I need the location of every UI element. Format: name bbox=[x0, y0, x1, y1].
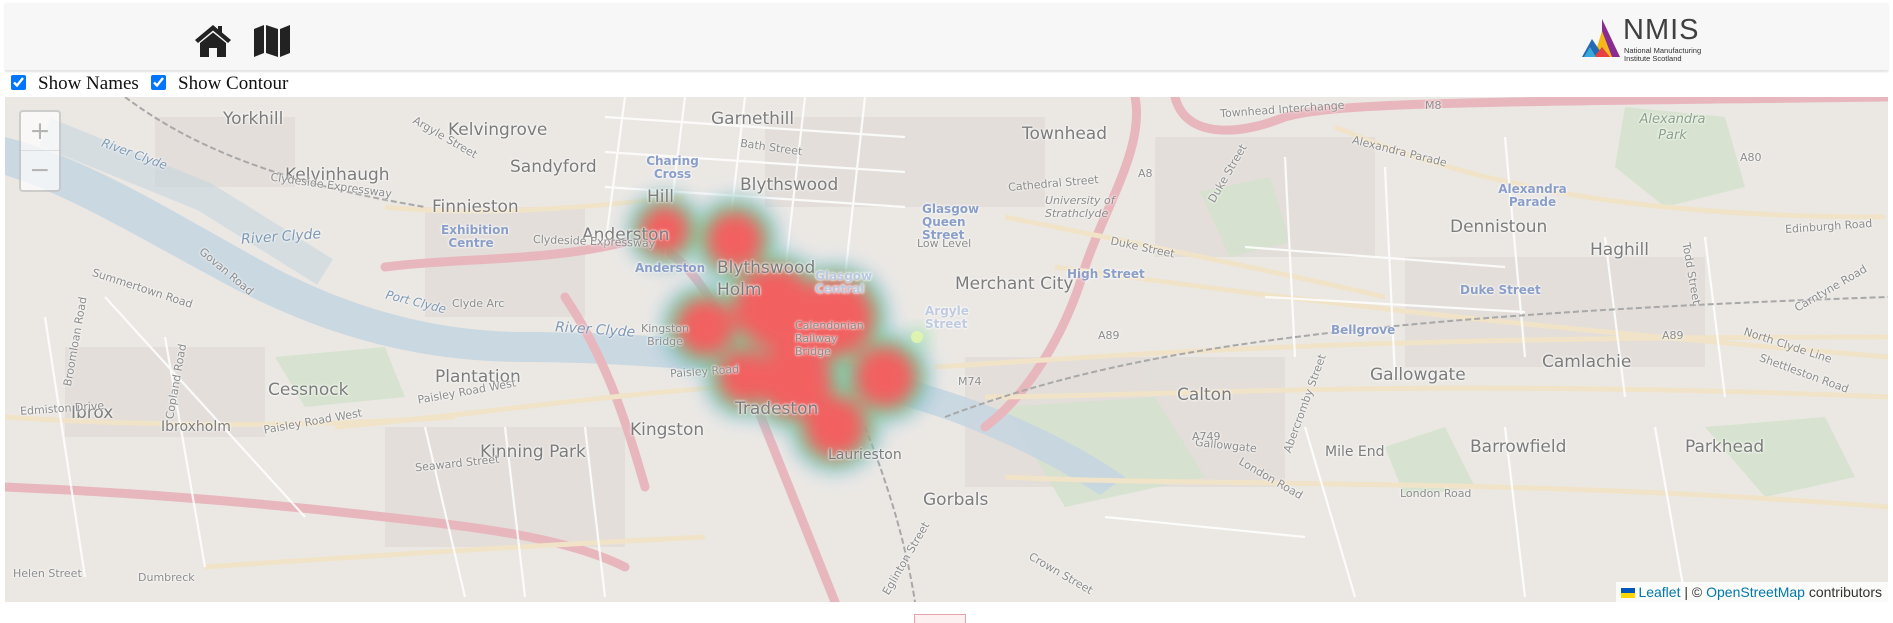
zoom-out-button[interactable]: − bbox=[21, 151, 59, 189]
show-contour-label: Show Contour bbox=[178, 73, 289, 94]
map-attribution: Leaflet | © OpenStreetMap contributors bbox=[1616, 582, 1888, 602]
show-contour-checkbox[interactable] bbox=[151, 75, 166, 90]
zoom-in-button[interactable]: + bbox=[21, 112, 59, 151]
brand-subtitle: National Manufacturing Institute Scotlan… bbox=[1624, 46, 1702, 63]
attribution-separator: | © bbox=[1684, 584, 1703, 600]
zoom-control: + − bbox=[19, 110, 61, 192]
map-icon[interactable] bbox=[252, 21, 292, 61]
base-map-tiles[interactable] bbox=[5, 97, 1888, 602]
nmis-logo[interactable]: NMIS National Manufacturing Institute Sc… bbox=[1580, 13, 1710, 65]
home-icon[interactable] bbox=[193, 21, 233, 61]
navbar: NMIS National Manufacturing Institute Sc… bbox=[5, 3, 1888, 71]
leaflet-link[interactable]: Leaflet bbox=[1638, 584, 1680, 600]
openstreetmap-link[interactable]: OpenStreetMap bbox=[1706, 584, 1805, 600]
nmis-logo-mark bbox=[1582, 19, 1620, 57]
attribution-suffix: contributors bbox=[1808, 584, 1882, 600]
brand-name: NMIS bbox=[1623, 14, 1700, 46]
map-view[interactable]: Yorkhill Kelvingrove Garnethill Townhead… bbox=[5, 97, 1888, 602]
show-names-label: Show Names bbox=[38, 73, 139, 94]
show-names-checkbox[interactable] bbox=[11, 75, 26, 90]
ukraine-flag-icon bbox=[1621, 588, 1636, 598]
